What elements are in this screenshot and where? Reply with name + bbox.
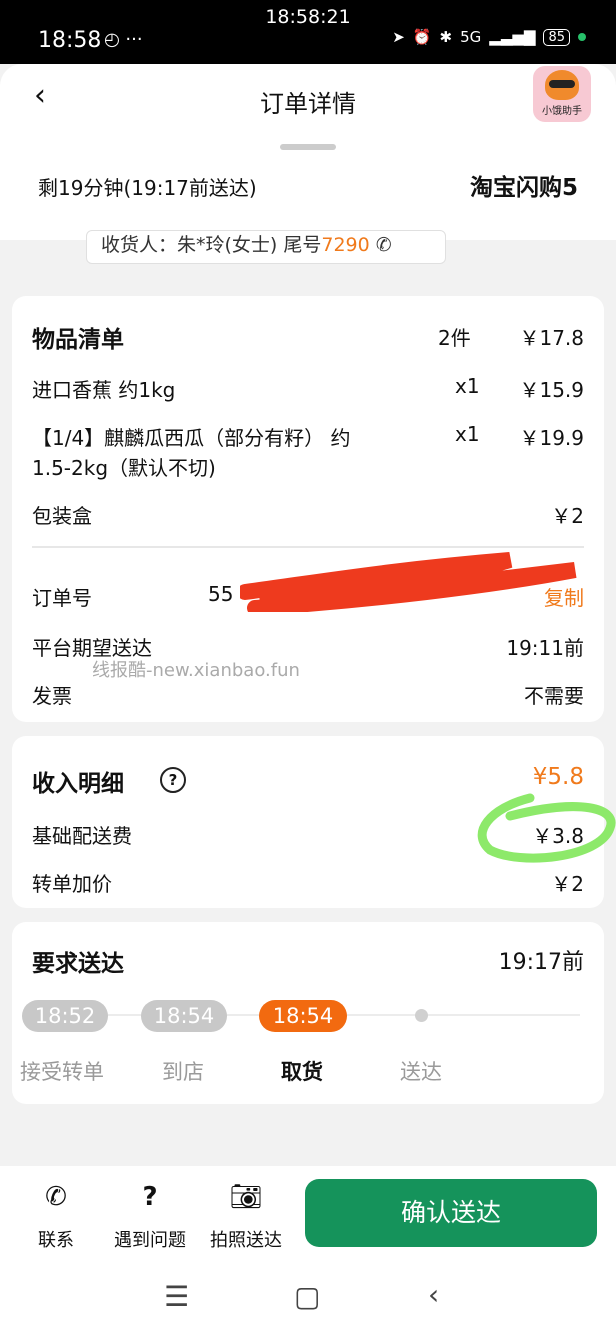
watermark-text: 线报酷-new.xianbao.fun xyxy=(92,660,300,681)
screen-clock-overlay: 18:58:21 xyxy=(265,6,351,28)
problem-button[interactable]: ? 遇到问题 xyxy=(110,1182,190,1252)
drag-handle[interactable] xyxy=(280,144,336,150)
timeline-time: 18:52 xyxy=(22,1000,108,1032)
invoice-label: 发票 xyxy=(32,684,72,708)
items-count: 2件 xyxy=(438,326,471,350)
assistant-label: 小饿助手 xyxy=(542,106,582,117)
delivery-title: 要求送达 xyxy=(32,951,124,977)
extra-fee-value: ￥2 xyxy=(551,872,584,896)
receiver-phone-tail: 7290 xyxy=(321,234,370,256)
item-qty: x1 xyxy=(455,374,480,398)
receiver-name: 收货人：朱*玲(女士) 尾号 xyxy=(101,234,322,256)
timeline-pending-dot xyxy=(415,1009,428,1022)
items-title: 物品清单 xyxy=(32,327,124,353)
order-no-label: 订单号 xyxy=(32,586,92,610)
phone-icon: ✆ xyxy=(45,1182,67,1212)
item-name: 【1/4】麒麟瓜西瓜（部分有籽） 约 xyxy=(32,426,351,450)
box-price: ￥2 xyxy=(551,504,584,528)
invoice-value: 不需要 xyxy=(524,684,584,708)
status-notification-icons: ◴ ··· xyxy=(104,29,143,50)
expected-value: 19:11前 xyxy=(506,636,584,660)
order-no-value: 55 xyxy=(208,582,234,606)
contact-button[interactable]: ✆ 联系 xyxy=(26,1182,86,1252)
timeline-time: 18:54 xyxy=(141,1000,227,1032)
receiver-info[interactable]: 收货人：朱*玲(女士) 尾号7290 ✆ xyxy=(86,230,446,264)
home-nav-icon[interactable]: ▢ xyxy=(294,1280,320,1313)
base-fee-label: 基础配送费 xyxy=(32,824,132,848)
box-label: 包装盒 xyxy=(32,504,92,528)
income-title: 收入明细 xyxy=(32,771,124,797)
income-total: ¥5.8 xyxy=(532,764,584,790)
status-time: 18:58 xyxy=(38,28,102,53)
page-title: 订单详情 xyxy=(260,90,356,118)
status-right-icons: ➤ ⏰ ✱ 5G ▂▃▅▇ 85 xyxy=(392,28,586,46)
photo-label: 拍照送达 xyxy=(210,1230,282,1251)
contact-label: 联系 xyxy=(38,1230,74,1251)
assistant-button[interactable]: 小饿助手 xyxy=(533,66,591,122)
step-label-current: 取货 xyxy=(281,1060,323,1084)
redaction-scribble xyxy=(240,552,577,612)
delivery-deadline: 19:17前 xyxy=(498,950,584,975)
remaining-time: 剩19分钟(19:17前送达) xyxy=(38,176,257,200)
items-total: ￥17.8 xyxy=(519,326,584,350)
location-icon: ➤ xyxy=(392,28,405,46)
item-name: 进口香蕉 约1kg xyxy=(32,378,176,402)
battery-indicator: 85 xyxy=(543,28,570,46)
shop-name: 淘宝闪购5 xyxy=(469,175,578,201)
back-nav-icon[interactable]: ‹ xyxy=(428,1278,439,1311)
help-icon[interactable]: ? xyxy=(160,767,186,793)
camera-icon: 📷︎ xyxy=(229,1182,263,1212)
item-name-line2: 1.5-2kg（默认不切) xyxy=(32,456,216,480)
alarm-icon: ⏰ xyxy=(412,28,432,46)
extra-fee-label: 转单加价 xyxy=(32,872,112,896)
signal-icon: 5G xyxy=(460,28,482,46)
item-price: ￥19.9 xyxy=(519,426,584,450)
menu-nav-icon[interactable]: ☰ xyxy=(164,1280,189,1313)
timeline-time-current: 18:54 xyxy=(259,1000,347,1032)
photo-delivery-button[interactable]: 📷︎ 拍照送达 xyxy=(206,1182,286,1252)
confirm-delivery-button[interactable]: 确认送达 xyxy=(305,1179,597,1247)
highlight-circle-mark xyxy=(477,793,616,863)
step-label: 接受转单 xyxy=(20,1060,104,1084)
step-label: 到店 xyxy=(162,1060,204,1084)
question-icon: ? xyxy=(142,1182,158,1212)
camera-dot-icon xyxy=(578,33,586,41)
problem-label: 遇到问题 xyxy=(114,1230,186,1251)
divider xyxy=(32,546,584,548)
assistant-avatar-icon xyxy=(545,70,579,100)
phone-icon: ✆ xyxy=(375,234,392,256)
bluetooth-icon: ✱ xyxy=(439,28,453,46)
item-qty: x1 xyxy=(455,422,480,446)
step-label: 送达 xyxy=(400,1060,442,1084)
item-price: ￥15.9 xyxy=(519,378,584,402)
signal-bars-icon: ▂▃▅▇ xyxy=(489,28,536,46)
